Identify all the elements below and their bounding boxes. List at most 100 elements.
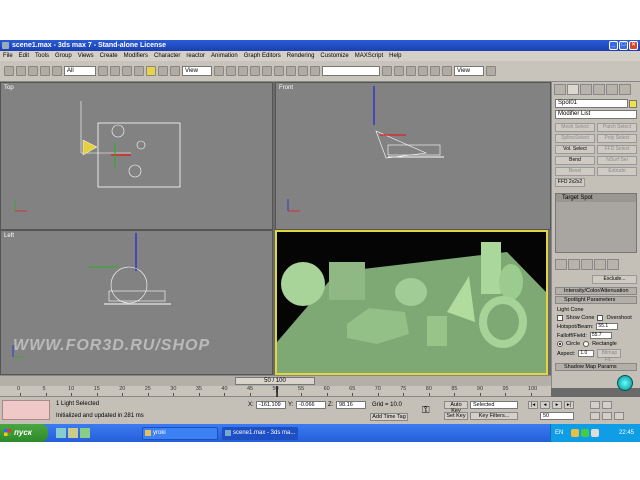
select-object-icon[interactable]	[98, 66, 108, 76]
tray-app-icon[interactable]	[571, 429, 579, 437]
render-type-dropdown[interactable]: View	[454, 66, 484, 76]
aspect-spinner[interactable]: 1.0	[578, 350, 595, 357]
volume-icon[interactable]	[591, 429, 599, 437]
tab-display[interactable]	[606, 84, 618, 95]
mirror-icon[interactable]	[298, 66, 308, 76]
show-end-result-icon[interactable]	[568, 259, 580, 270]
selection-filter-dropdown[interactable]: All	[64, 66, 96, 76]
menu-views[interactable]: Views	[78, 51, 94, 61]
zoom-icon[interactable]	[590, 401, 600, 409]
menu-tools[interactable]: Tools	[35, 51, 49, 61]
modifier-stack[interactable]: Target Spot	[555, 193, 637, 253]
named-selection-dropdown[interactable]	[322, 66, 380, 76]
auto-key-button[interactable]: Auto Key	[444, 401, 468, 414]
poly-select-button[interactable]: Poly Select	[597, 134, 637, 143]
next-frame-icon[interactable]: ▸|	[564, 401, 574, 409]
viewport-perspective[interactable]	[275, 230, 548, 375]
spotlight-rollout-header[interactable]: Spotlight Parameters	[555, 296, 637, 304]
key-selection-dropdown[interactable]: Selected	[470, 401, 518, 409]
viewport-left[interactable]: Left WWW.FOR3D.RU/SHOP	[0, 230, 273, 375]
curve-editor-icon[interactable]	[394, 66, 404, 76]
extrude-button[interactable]: Extrude	[597, 167, 637, 176]
schematic-view-icon[interactable]	[406, 66, 416, 76]
material-editor-icon[interactable]	[418, 66, 428, 76]
menu-group[interactable]: Group	[55, 51, 72, 61]
object-name-field[interactable]: Spot01	[555, 99, 637, 108]
close-button[interactable]: ×	[629, 41, 638, 50]
menu-customize[interactable]: Customize	[320, 51, 348, 61]
object-color-swatch[interactable]	[629, 100, 637, 108]
link-icon[interactable]	[28, 66, 38, 76]
network-icon[interactable]	[581, 429, 589, 437]
mesh-select-button[interactable]: Mesh Select	[555, 123, 595, 132]
circle-radio[interactable]	[557, 341, 563, 347]
set-key-button[interactable]: Set Key	[444, 412, 468, 420]
quick-launch-media-icon[interactable]	[80, 428, 90, 438]
menu-rendering[interactable]: Rendering	[287, 51, 315, 61]
tab-create[interactable]	[554, 84, 566, 95]
window-crossing-icon[interactable]	[134, 66, 144, 76]
rotate-icon[interactable]	[158, 66, 168, 76]
percent-snap-icon[interactable]	[262, 66, 272, 76]
align-icon[interactable]	[310, 66, 320, 76]
z-coordinate-field[interactable]: 98.16	[336, 401, 366, 409]
show-cone-checkbox[interactable]	[557, 315, 563, 321]
layer-manager-icon[interactable]	[382, 66, 392, 76]
menu-create[interactable]: Create	[100, 51, 118, 61]
spinner-snap-icon[interactable]	[274, 66, 284, 76]
ffd-2x2x2-button[interactable]: FFD 2x2x2	[555, 178, 585, 187]
menu-animation[interactable]: Animation	[211, 51, 238, 61]
menu-character[interactable]: Character	[154, 51, 180, 61]
previous-frame-icon[interactable]: ◂	[540, 401, 550, 409]
nsurf-sel-button[interactable]: NSurf Sel	[597, 156, 637, 165]
tab-hierarchy[interactable]	[580, 84, 592, 95]
bend-button[interactable]: Bend	[555, 156, 595, 165]
rectangle-radio[interactable]	[583, 341, 590, 347]
task-3dsmax[interactable]: scene1.max - 3ds ma...	[222, 426, 298, 440]
menu-graph-editors[interactable]: Graph Editors	[244, 51, 281, 61]
viewport-front[interactable]: Front	[275, 82, 551, 230]
time-slider-track[interactable]: 50 / 100	[0, 375, 551, 386]
start-button[interactable]: пуск	[0, 424, 48, 442]
minimize-button[interactable]: _	[609, 41, 618, 50]
remove-modifier-icon[interactable]	[594, 259, 606, 270]
zoom-all-icon[interactable]	[602, 401, 612, 409]
menu-maxscript[interactable]: MAXScript	[355, 51, 383, 61]
undo-icon[interactable]	[4, 66, 14, 76]
pan-icon[interactable]	[590, 412, 600, 420]
key-filters-button[interactable]: Key Filters...	[470, 412, 518, 420]
quick-render-icon[interactable]	[442, 66, 452, 76]
make-unique-icon[interactable]	[581, 259, 593, 270]
hotspot-spinner[interactable]: 55.1	[596, 323, 619, 330]
y-coordinate-field[interactable]: -0.066	[296, 401, 326, 409]
overshoot-checkbox[interactable]	[597, 315, 604, 321]
task-yroki[interactable]: yroki	[142, 426, 218, 440]
maximize-viewport-icon[interactable]	[614, 412, 624, 420]
render-last-icon[interactable]	[486, 66, 496, 76]
modifier-list-dropdown[interactable]: Modifier List	[555, 110, 637, 119]
tab-utilities[interactable]	[619, 84, 631, 95]
time-slider[interactable]: 50 / 100	[235, 377, 315, 385]
menu-edit[interactable]: Edit	[19, 51, 29, 61]
bitmap-fit-button[interactable]: Bitmap Fit...	[597, 349, 622, 363]
named-selection-icon[interactable]	[286, 66, 296, 76]
pin-stack-icon[interactable]	[555, 259, 567, 270]
rect-region-icon[interactable]	[122, 66, 132, 76]
shadow-map-rollout-header[interactable]: Shadow Map Params	[555, 363, 637, 371]
intensity-rollout-header[interactable]: Intensity/Color/Attenuation	[555, 287, 637, 295]
patch-select-button[interactable]: Patch Select	[597, 123, 637, 132]
ffd-select-button[interactable]: FFD Select	[597, 145, 637, 154]
pivot-center-icon[interactable]	[214, 66, 224, 76]
add-time-tag-button[interactable]: Add Time Tag	[370, 413, 408, 421]
menu-modifiers[interactable]: Modifiers	[124, 51, 148, 61]
language-indicator[interactable]: EN	[555, 424, 563, 442]
vol-select-button[interactable]: Vol. Select	[555, 145, 595, 154]
move-icon[interactable]	[146, 66, 156, 76]
configure-sets-icon[interactable]	[607, 259, 619, 270]
exclude-button[interactable]: Exclude...	[592, 275, 637, 284]
maximize-button[interactable]: □	[619, 41, 628, 50]
redo-icon[interactable]	[16, 66, 26, 76]
tab-motion[interactable]	[593, 84, 605, 95]
render-scene-icon[interactable]	[430, 66, 440, 76]
bevel-button[interactable]: Bevel	[555, 167, 595, 176]
